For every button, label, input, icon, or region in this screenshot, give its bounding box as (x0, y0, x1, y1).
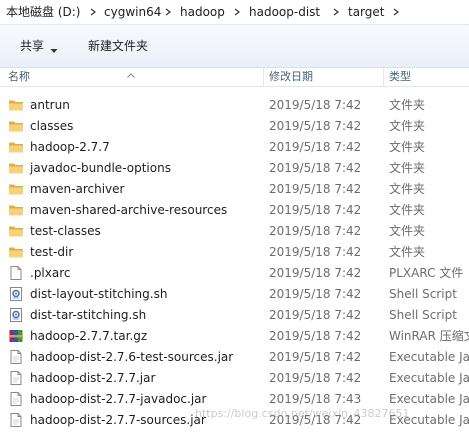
column-header-date[interactable]: 修改日期 (269, 68, 313, 86)
chevron-right-icon[interactable] (232, 4, 242, 20)
file-modified-date: 2019/5/18 7:42 (269, 266, 362, 280)
file-type: Shell Script (389, 287, 457, 301)
file-name: hadoop-dist-2.7.6-test-sources.jar (30, 350, 234, 364)
file-type: 文件夹 (389, 161, 426, 175)
breadcrumb-hadoop[interactable]: hadoop (180, 4, 225, 20)
winrar-archive-icon (8, 328, 24, 344)
file-type: 文件夹 (389, 224, 426, 238)
file-type: Shell Script (389, 308, 457, 322)
column-header-row: 名称 修改日期 类型 (0, 68, 469, 87)
file-row[interactable]: classes 2019/5/18 7:42 文件夹 (0, 116, 469, 137)
file-name: hadoop-dist-2.7.7.jar (30, 371, 156, 385)
caret-down-icon[interactable] (50, 43, 58, 53)
chevron-right-icon[interactable] (163, 4, 173, 20)
file-name: test-classes (30, 224, 101, 238)
folder-icon (8, 160, 24, 176)
new-folder-button[interactable]: 新建文件夹 (88, 38, 148, 54)
file-name: classes (30, 119, 74, 133)
file-modified-date: 2019/5/18 7:42 (269, 182, 362, 196)
file-name: hadoop-dist-2.7.7-javadoc.jar (30, 392, 207, 406)
file-type: Executable Jar File (389, 371, 469, 385)
column-header-type[interactable]: 类型 (389, 68, 411, 86)
breadcrumb-target[interactable]: target (348, 4, 385, 20)
file-type: Executable Jar File (389, 350, 469, 364)
file-type: 文件夹 (389, 140, 426, 154)
file-modified-date: 2019/5/18 7:42 (269, 224, 362, 238)
file-icon (8, 265, 24, 281)
column-divider[interactable] (263, 68, 264, 86)
file-type: 文件夹 (389, 98, 426, 112)
file-row[interactable]: test-dir 2019/5/18 7:42 文件夹 (0, 242, 469, 263)
file-name: hadoop-dist-2.7.7-sources.jar (30, 413, 206, 427)
shell-script-icon (8, 286, 24, 302)
file-modified-date: 2019/5/18 7:42 (269, 245, 362, 259)
file-row[interactable]: hadoop-2.7.7 2019/5/18 7:42 文件夹 (0, 137, 469, 158)
file-type: WinRAR 压缩文件 (389, 329, 469, 343)
file-row[interactable]: hadoop-dist-2.7.6-test-sources.jar 2019/5… (0, 347, 469, 368)
file-modified-date: 2019/5/18 7:42 (269, 350, 362, 364)
file-name: hadoop-2.7.7.tar.gz (30, 329, 148, 343)
chevron-right-icon[interactable] (391, 4, 401, 20)
file-modified-date: 2019/5/18 7:42 (269, 140, 362, 154)
file-row[interactable]: .plxarc 2019/5/18 7:42 PLXARC 文件 (0, 263, 469, 284)
file-row[interactable]: maven-archiver 2019/5/18 7:42 文件夹 (0, 179, 469, 200)
file-row[interactable]: antrun 2019/5/18 7:42 文件夹 (0, 95, 469, 116)
file-type: 文件夹 (389, 245, 426, 259)
sort-ascending-icon (127, 67, 135, 78)
file-row[interactable]: hadoop-dist-2.7.7.jar 2019/5/18 7:42 Execu… (0, 368, 469, 389)
folder-icon (8, 181, 24, 197)
file-row[interactable]: test-classes 2019/5/18 7:42 文件夹 (0, 221, 469, 242)
file-name: dist-layout-stitching.sh (30, 287, 168, 301)
share-button[interactable]: 共享 (20, 38, 44, 54)
file-name: maven-archiver (30, 182, 125, 196)
file-type: 文件夹 (389, 119, 426, 133)
file-name: antrun (30, 98, 70, 112)
breadcrumb-hadoop-dist[interactable]: hadoop-dist (249, 4, 320, 20)
breadcrumb-drive[interactable]: 本地磁盘 (D:) (6, 4, 80, 20)
file-row[interactable]: dist-tar-stitching.sh 2019/5/18 7:42 Shell… (0, 305, 469, 326)
file-name: maven-shared-archive-resources (30, 203, 228, 217)
folder-icon (8, 139, 24, 155)
file-name: test-dir (30, 245, 74, 259)
watermark: https://blog.csdn.net/weixin_43827651 (195, 407, 410, 420)
folder-icon (8, 244, 24, 260)
folder-icon (8, 202, 24, 218)
file-type: 文件夹 (389, 203, 426, 217)
folder-icon (8, 97, 24, 113)
chevron-right-icon[interactable] (331, 4, 341, 20)
file-row[interactable]: hadoop-2.7.7.tar.gz 2019/5/18 7:42 WinRAR … (0, 326, 469, 347)
command-toolbar: 共享 新建文件夹 (0, 25, 469, 68)
file-name: hadoop-2.7.7 (30, 140, 110, 154)
file-modified-date: 2019/5/18 7:42 (269, 203, 362, 217)
chevron-right-icon[interactable] (88, 4, 98, 20)
file-row[interactable]: javadoc-bundle-options 2019/5/18 7:42 文件夹 (0, 158, 469, 179)
folder-icon (8, 223, 24, 239)
file-type: PLXARC 文件 (389, 266, 464, 280)
file-name: javadoc-bundle-options (30, 161, 171, 175)
shell-script-icon (8, 307, 24, 323)
address-bar[interactable]: 本地磁盘 (D:) cygwin64 hadoop hadoop-dist ta… (0, 0, 469, 25)
file-name: dist-tar-stitching.sh (30, 308, 147, 322)
file-modified-date: 2019/5/18 7:42 (269, 371, 362, 385)
jar-file-icon (8, 391, 24, 407)
file-name: .plxarc (30, 266, 71, 280)
file-modified-date: 2019/5/18 7:42 (269, 329, 362, 343)
column-header-name[interactable]: 名称 (8, 68, 30, 86)
file-modified-date: 2019/5/18 7:42 (269, 119, 362, 133)
file-modified-date: 2019/5/18 7:42 (269, 287, 362, 301)
file-row[interactable]: dist-layout-stitching.sh 2019/5/18 7:42 Sh… (0, 284, 469, 305)
column-divider[interactable] (383, 68, 384, 86)
file-type: 文件夹 (389, 182, 426, 196)
file-modified-date: 2019/5/18 7:42 (269, 308, 362, 322)
file-modified-date: 2019/5/18 7:42 (269, 98, 362, 112)
jar-file-icon (8, 370, 24, 386)
breadcrumb-cygwin64[interactable]: cygwin64 (104, 4, 161, 20)
jar-file-icon (8, 349, 24, 365)
file-modified-date: 2019/5/18 7:42 (269, 161, 362, 175)
file-row[interactable]: maven-shared-archive-resources 2019/5/18 … (0, 200, 469, 221)
jar-file-icon (8, 412, 24, 428)
folder-icon (8, 118, 24, 134)
